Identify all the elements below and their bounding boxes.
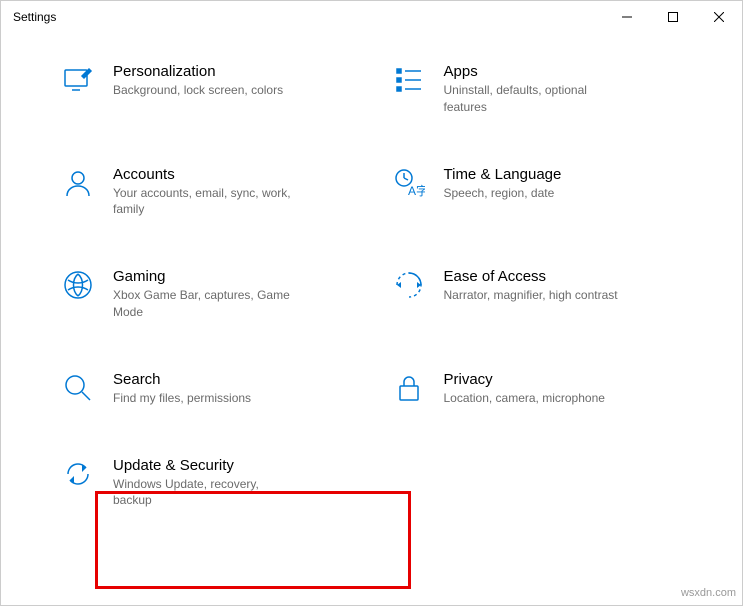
tile-title: Apps <box>444 63 624 80</box>
maximize-button[interactable] <box>650 1 696 33</box>
settings-grid: Personalization Background, lock screen,… <box>61 63 682 509</box>
search-icon <box>61 371 95 405</box>
tile-title: Ease of Access <box>444 268 618 285</box>
tile-desc: Find my files, permissions <box>113 390 251 407</box>
time-language-icon: A字 <box>392 166 426 200</box>
personalization-icon <box>61 63 95 97</box>
tile-desc: Your accounts, email, sync, work, family <box>113 185 293 219</box>
tile-desc: Xbox Game Bar, captures, Game Mode <box>113 287 293 321</box>
tile-title: Gaming <box>113 268 293 285</box>
titlebar: Settings <box>1 1 742 33</box>
settings-content: Personalization Background, lock screen,… <box>1 33 742 509</box>
privacy-icon <box>392 371 426 405</box>
tile-desc: Speech, region, date <box>444 185 562 202</box>
tile-ease-of-access[interactable]: Ease of Access Narrator, magnifier, high… <box>392 268 683 321</box>
tile-title: Time & Language <box>444 166 562 183</box>
tile-gaming[interactable]: Gaming Xbox Game Bar, captures, Game Mod… <box>61 268 352 321</box>
tile-desc: Narrator, magnifier, high contrast <box>444 287 618 304</box>
tile-personalization[interactable]: Personalization Background, lock screen,… <box>61 63 352 116</box>
tile-time-language[interactable]: A字 Time & Language Speech, region, date <box>392 166 683 219</box>
tile-title: Update & Security <box>113 457 293 474</box>
svg-text:A字: A字 <box>408 183 425 198</box>
tile-apps[interactable]: Apps Uninstall, defaults, optional featu… <box>392 63 683 116</box>
tile-update-security[interactable]: Update & Security Windows Update, recove… <box>61 457 352 510</box>
apps-icon <box>392 63 426 97</box>
tile-desc: Location, camera, microphone <box>444 390 605 407</box>
minimize-button[interactable] <box>604 1 650 33</box>
tile-desc: Windows Update, recovery, backup <box>113 476 293 510</box>
tile-title: Search <box>113 371 251 388</box>
close-button[interactable] <box>696 1 742 33</box>
tile-desc: Background, lock screen, colors <box>113 82 283 99</box>
window-controls <box>604 1 742 33</box>
update-security-icon <box>61 457 95 491</box>
tile-accounts[interactable]: Accounts Your accounts, email, sync, wor… <box>61 166 352 219</box>
tile-search[interactable]: Search Find my files, permissions <box>61 371 352 407</box>
ease-of-access-icon <box>392 268 426 302</box>
tile-title: Personalization <box>113 63 283 80</box>
accounts-icon <box>61 166 95 200</box>
tile-privacy[interactable]: Privacy Location, camera, microphone <box>392 371 683 407</box>
tile-title: Privacy <box>444 371 605 388</box>
window-title: Settings <box>13 10 56 24</box>
gaming-icon <box>61 268 95 302</box>
tile-desc: Uninstall, defaults, optional features <box>444 82 624 116</box>
tile-title: Accounts <box>113 166 293 183</box>
watermark: wsxdn.com <box>681 587 736 599</box>
